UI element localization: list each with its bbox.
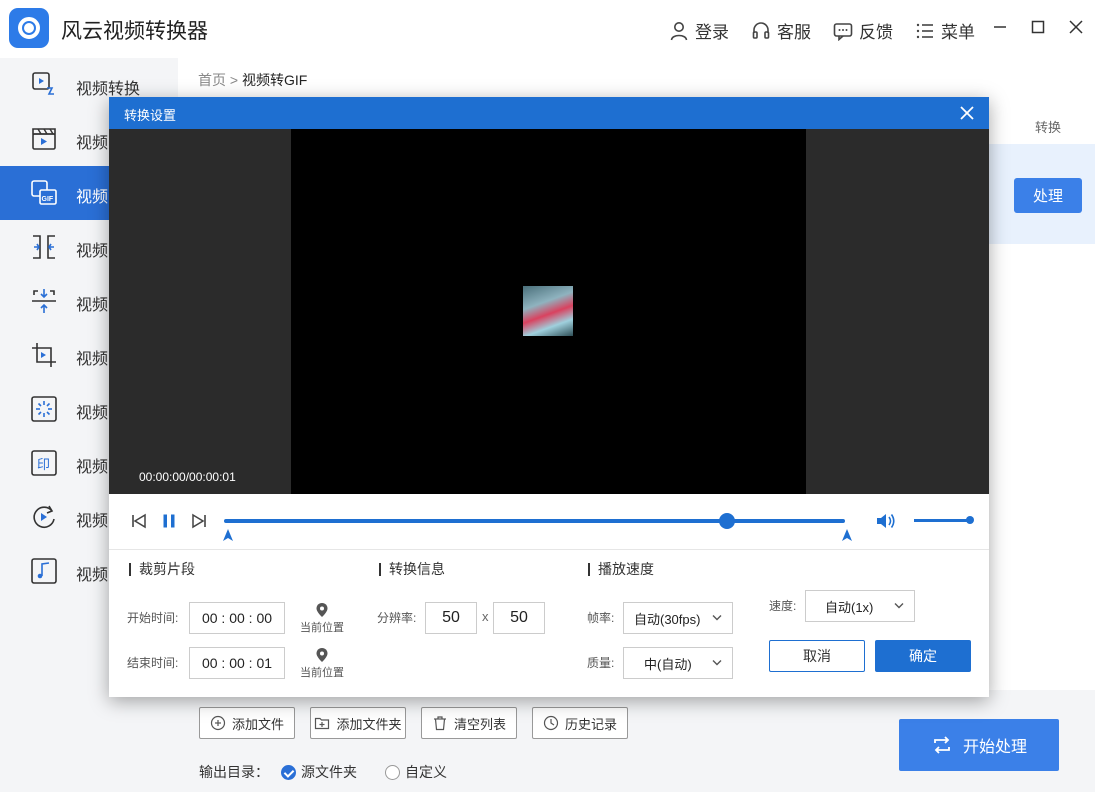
add-file-button[interactable]: 添加文件 [199, 707, 295, 739]
title-bar: 风云视频转换器 登录 客服 反馈 菜单 [0, 0, 1095, 58]
skip-forward-icon[interactable] [190, 512, 208, 530]
menu-button[interactable]: 菜单 [915, 18, 975, 43]
breadcrumb-home[interactable]: 首页 [198, 72, 226, 88]
app-logo [9, 8, 49, 48]
chevron-down-icon [712, 615, 722, 621]
stamp-icon: 印 [31, 450, 57, 476]
convert-settings-dialog: 转换设置 00:00:00/00:00:01 裁剪片段 开始时间: 00 : 0… [109, 97, 989, 697]
minimize-button[interactable] [991, 16, 1009, 38]
resolution-label: 分辨率: [377, 611, 417, 625]
chat-icon [833, 22, 853, 41]
resolution-height-input[interactable]: 50 [493, 602, 545, 634]
dialog-header: 转换设置 [109, 97, 989, 129]
merge-icon [33, 235, 55, 259]
chevron-down-icon [712, 660, 722, 666]
confirm-button[interactable]: 确定 [875, 640, 971, 672]
output-directory-row: 输出目录： 源文件夹 自定义 [199, 762, 447, 782]
minimize-icon [994, 26, 1006, 28]
progress-knob[interactable] [719, 513, 735, 529]
volume-knob[interactable] [966, 516, 974, 524]
column-header-convert: 转换 [1035, 120, 1062, 135]
timecode: 00:00:00/00:00:01 [139, 470, 236, 484]
history-button[interactable]: 历史记录 [532, 707, 628, 739]
dialog-title: 转换设置 [124, 108, 177, 123]
quality-label: 质量: [587, 656, 615, 670]
progress-track[interactable] [224, 519, 845, 523]
maximize-button[interactable] [1029, 16, 1047, 38]
add-folder-button[interactable]: 添加文件夹 [310, 707, 406, 739]
service-button[interactable]: 客服 [751, 18, 811, 43]
end-time-input[interactable]: 00 : 00 : 01 [189, 647, 285, 679]
volume-track[interactable] [914, 519, 970, 522]
clip-start-marker[interactable] [223, 529, 233, 541]
plus-circle-icon [210, 715, 226, 731]
location-pin-icon [316, 603, 328, 617]
video-preview: 00:00:00/00:00:01 [109, 129, 989, 494]
process-button[interactable]: 处理 [1014, 178, 1082, 213]
end-current-position-button[interactable]: 当前位置 [297, 647, 347, 681]
loading-icon [31, 396, 57, 422]
radio-source-folder[interactable]: 源文件夹 [281, 762, 357, 782]
fps-select[interactable]: 自动(30fps) [623, 602, 733, 634]
location-pin-icon [316, 648, 328, 662]
clip-section-title: 裁剪片段 [129, 562, 195, 576]
folder-plus-icon [315, 717, 330, 730]
video-thumbnail [523, 286, 573, 336]
rotate-play-icon [33, 505, 55, 528]
svg-text:印: 印 [37, 458, 50, 473]
speed-label: 速度: [769, 599, 797, 613]
maximize-icon [1031, 20, 1045, 34]
resolution-width-input[interactable]: 50 [425, 602, 477, 634]
clip-end-marker[interactable] [842, 529, 852, 541]
app-title: 风云视频转换器 [61, 20, 208, 43]
list-icon [916, 23, 933, 38]
music-icon [31, 558, 57, 584]
radio-custom[interactable]: 自定义 [385, 762, 447, 782]
skip-back-icon[interactable] [130, 512, 148, 530]
breadcrumb-current: 视频转GIF [241, 72, 308, 88]
gif-icon: GIF [31, 180, 57, 205]
breadcrumb: 首页 > 视频转GIF [198, 72, 308, 88]
cancel-button[interactable]: 取消 [769, 640, 865, 672]
clock-icon [543, 715, 559, 731]
trash-icon [433, 716, 446, 731]
volume-icon[interactable] [875, 511, 897, 531]
clapperboard-icon [32, 128, 56, 150]
playback-controls [109, 494, 989, 550]
cycle-arrows-icon [934, 736, 950, 754]
svg-text:GIF: GIF [42, 196, 54, 203]
speed-select[interactable]: 自动(1x) [805, 590, 915, 622]
video-convert-icon [32, 72, 54, 95]
speed-section-title: 播放速度 [588, 562, 654, 576]
user-icon [670, 21, 688, 40]
close-icon[interactable] [957, 103, 977, 123]
end-time-label: 结束时间: [127, 656, 179, 670]
pause-icon[interactable] [160, 512, 178, 530]
start-current-position-button[interactable]: 当前位置 [297, 602, 347, 636]
info-section-title: 转换信息 [379, 562, 445, 576]
clear-list-button[interactable]: 清空列表 [421, 707, 517, 739]
compress-icon [32, 289, 56, 313]
headset-icon [752, 21, 770, 39]
crop-icon [32, 343, 56, 367]
start-process-button[interactable]: 开始处理 [899, 719, 1059, 771]
close-icon [1069, 20, 1083, 34]
resolution-separator: x [482, 609, 489, 624]
start-time-label: 开始时间: [127, 611, 179, 625]
start-time-input[interactable]: 00 : 00 : 00 [189, 602, 285, 634]
close-window-button[interactable] [1067, 16, 1085, 38]
fps-label: 帧率: [587, 611, 615, 625]
login-button[interactable]: 登录 [669, 18, 729, 43]
chevron-down-icon [894, 603, 904, 609]
output-label: 输出目录： [199, 764, 269, 780]
quality-select[interactable]: 中(自动) [623, 647, 733, 679]
feedback-button[interactable]: 反馈 [833, 18, 893, 43]
